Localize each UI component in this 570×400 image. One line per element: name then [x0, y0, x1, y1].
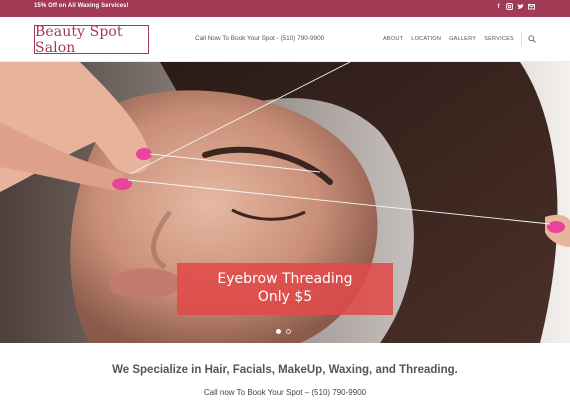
slide-dot-1[interactable] — [276, 329, 281, 334]
twitter-icon[interactable] — [517, 3, 524, 12]
site-logo[interactable]: Beauty Spot Salon — [34, 23, 149, 56]
nav-location[interactable]: LOCATION — [411, 36, 441, 42]
promo-text: 15% Off on All Waxing Services! — [34, 3, 129, 9]
slider-dots — [276, 329, 291, 334]
email-icon[interactable] — [528, 3, 535, 12]
caption-price: Only $5 — [257, 289, 313, 305]
nav-divider — [521, 32, 522, 46]
main-nav: ABOUT LOCATION GALLERY SERVICES — [383, 36, 522, 42]
header-call-text: Call Now To Book Your Spot - (510) 790-9… — [195, 35, 325, 42]
logo-text: Beauty Spot Salon — [35, 23, 123, 56]
site-header: Beauty Spot Salon Call Now To Book Your … — [0, 17, 570, 62]
social-links: f — [495, 3, 535, 12]
nav-gallery[interactable]: GALLERY — [449, 36, 476, 42]
search-icon[interactable] — [528, 35, 536, 43]
nav-services[interactable]: SERVICES — [484, 36, 514, 42]
specialize-heading: We Specialize in Hair, Facials, MakeUp, … — [112, 364, 458, 376]
instagram-icon[interactable] — [506, 3, 513, 12]
facebook-icon[interactable]: f — [495, 3, 502, 12]
nav-about[interactable]: ABOUT — [383, 36, 403, 42]
hero-slider[interactable]: Eyebrow Threading Only $5 — [0, 62, 570, 343]
hero-caption: Eyebrow Threading Only $5 — [177, 263, 393, 315]
promo-bar: 15% Off on All Waxing Services! f — [0, 0, 570, 17]
caption-title: Eyebrow Threading — [217, 271, 353, 287]
slide-dot-2[interactable] — [286, 329, 291, 334]
call-now-line: Call now To Book Your Spot – (510) 790-9… — [203, 388, 367, 397]
